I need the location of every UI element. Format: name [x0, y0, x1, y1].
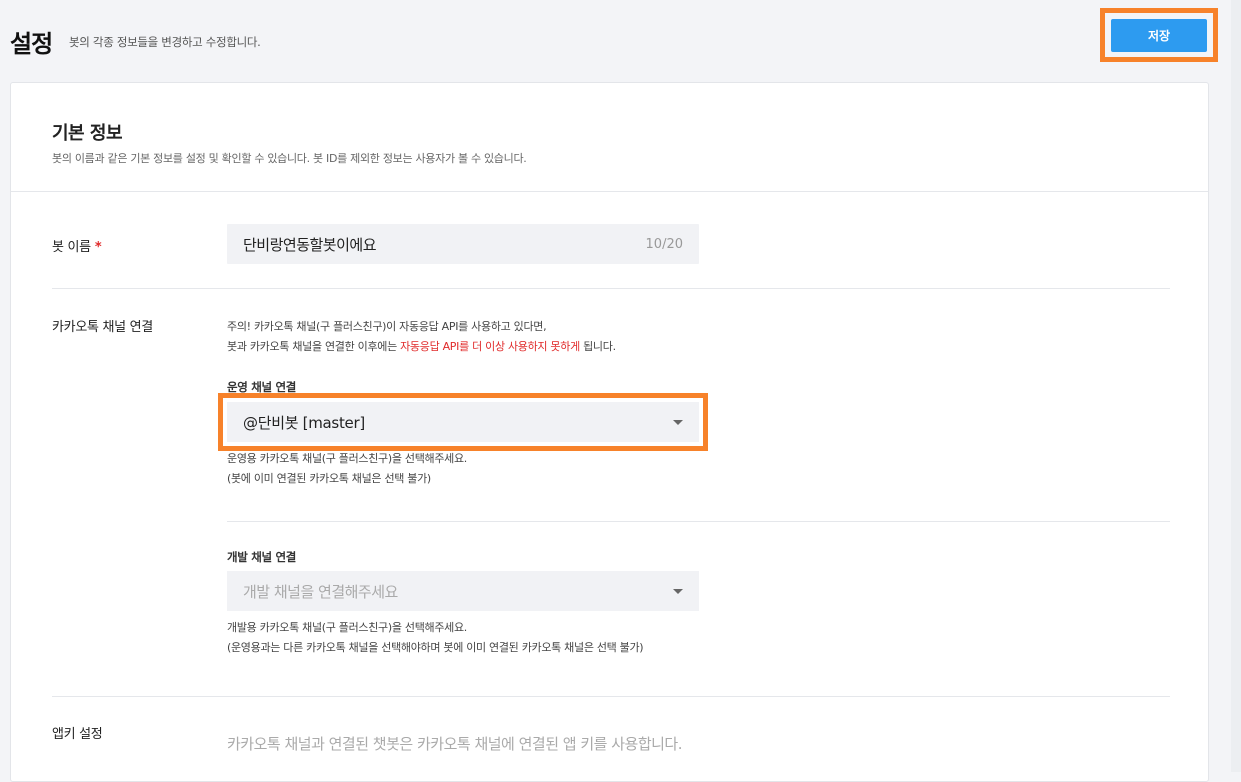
save-button[interactable]: 저장 — [1111, 18, 1207, 52]
dev-channel-help: 개발용 카카오톡 채널(구 플러스친구)을 선택해주세요. (운영용과는 다른 … — [227, 618, 644, 658]
notice-line-2-before: 봇과 카카오톡 채널을 연결한 이후에는 — [227, 340, 401, 353]
bot-name-value: 단비랑연동할봇이에요 — [243, 235, 377, 254]
app-key-description: 카카오톡 채널과 연결된 챗봇은 카카오톡 채널에 연결된 앱 키를 사용합니다… — [227, 735, 682, 753]
bot-name-label: 봇 이름 * — [52, 236, 102, 255]
section-description: 봇의 이름과 같은 기본 정보를 설정 및 확인할 수 있습니다. 봇 ID를 … — [52, 152, 527, 165]
dev-channel-label: 개발 채널 연결 — [227, 550, 297, 564]
kakao-channel-notice: 주의! 카카오톡 채널(구 플러스친구)이 자동응답 API를 사용하고 있다면… — [227, 317, 616, 357]
operating-help-line-2: (봇에 이미 연결된 카카오톡 채널은 선택 불가) — [227, 472, 431, 485]
save-button-highlight: 저장 — [1100, 8, 1218, 62]
notice-warning-text: 자동응답 API를 더 이상 사용하지 못하게 — [400, 340, 580, 353]
operating-channel-help: 운영용 카카오톡 채널(구 플러스친구)을 선택해주세요. (봇에 이미 연결된… — [227, 449, 467, 489]
operating-channel-value: @단비봇 [master] — [243, 413, 365, 432]
section-title: 기본 정보 — [52, 123, 123, 144]
chevron-down-icon — [673, 419, 683, 425]
app-key-label: 앱키 설정 — [52, 727, 103, 742]
bot-name-char-count: 10/20 — [645, 236, 683, 252]
page-title: 설정 — [10, 30, 53, 58]
page-header: 설정 봇의 각종 정보들을 변경하고 수정합니다. 저장 — [0, 0, 1241, 82]
notice-line-2: 봇과 카카오톡 채널을 연결한 이후에는 자동응답 API를 더 이상 사용하지… — [227, 337, 616, 357]
dev-help-line-1: 개발용 카카오톡 채널(구 플러스친구)을 선택해주세요. — [227, 621, 468, 634]
operating-channel-highlight: @단비봇 [master] — [218, 393, 708, 451]
dev-help-line-2: (운영용과는 다른 카카오톡 채널을 선택해야하며 봇에 이미 연결된 카카오톡… — [227, 641, 644, 654]
bot-name-input[interactable]: 단비랑연동할봇이에요 10/20 — [227, 224, 699, 264]
page-description: 봇의 각종 정보들을 변경하고 수정합니다. — [69, 35, 261, 49]
row-divider — [52, 288, 1170, 289]
dev-channel-placeholder: 개발 채널을 연결해주세요 — [243, 582, 398, 601]
dev-channel-select[interactable]: 개발 채널을 연결해주세요 — [227, 571, 699, 611]
chevron-down-icon — [673, 588, 683, 594]
notice-line-1: 주의! 카카오톡 채널(구 플러스친구)이 자동응답 API를 사용하고 있다면… — [227, 320, 547, 333]
subsection-divider — [227, 521, 1170, 522]
notice-line-2-after: 됩니다. — [579, 340, 616, 353]
settings-card: 기본 정보 봇의 이름과 같은 기본 정보를 설정 및 확인할 수 있습니다. … — [10, 82, 1209, 782]
kakao-channel-label: 카카오톡 채널 연결 — [52, 320, 153, 335]
operating-channel-select[interactable]: @단비봇 [master] — [227, 402, 699, 442]
bot-name-label-text: 봇 이름 — [52, 240, 91, 255]
row-divider — [52, 696, 1170, 697]
operating-help-line-1: 운영용 카카오톡 채널(구 플러스친구)을 선택해주세요. — [227, 452, 468, 465]
section-divider — [11, 191, 1208, 192]
required-mark: * — [94, 240, 102, 255]
page-scrollbar[interactable] — [1231, 0, 1241, 772]
